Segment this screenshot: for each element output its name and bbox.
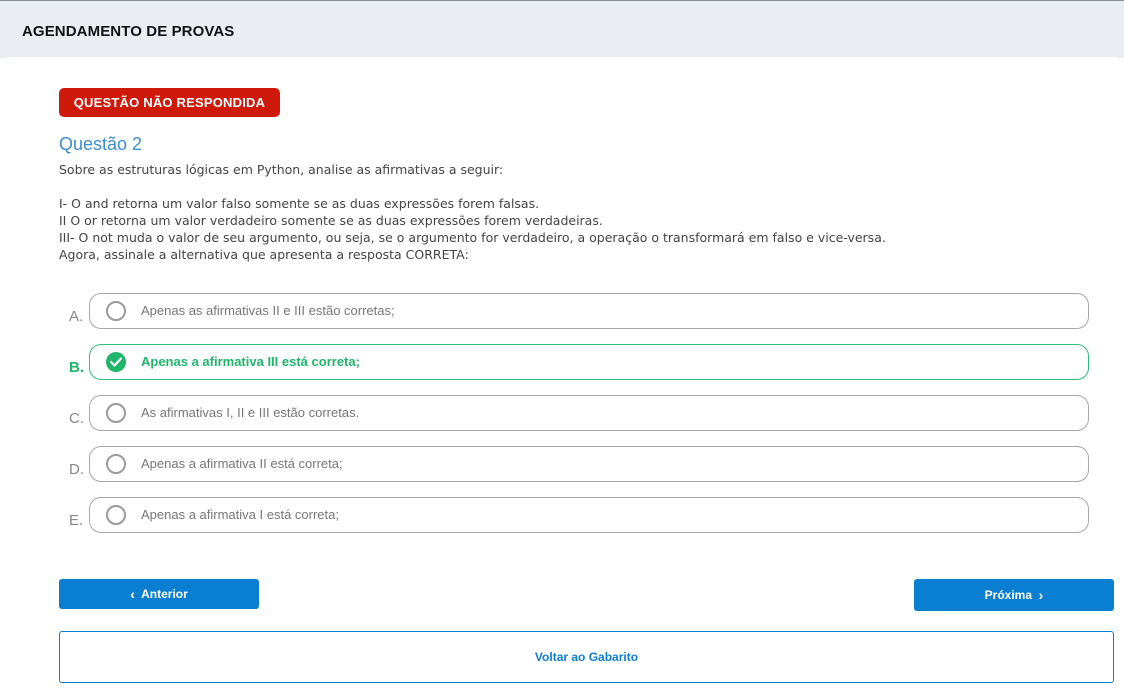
option-a[interactable]: Apenas as afirmativas II e III estão cor… xyxy=(89,293,1089,329)
option-b-letter: B. xyxy=(69,359,84,376)
status-badge: QUESTÃO NÃO RESPONDIDA xyxy=(59,88,280,117)
statement-2: II O or retorna um valor verdadeiro some… xyxy=(59,213,603,228)
next-button-label: Próxima xyxy=(984,588,1032,602)
previous-button-label: Anterior xyxy=(141,587,188,601)
question-text: Sobre as estruturas lógicas em Python, a… xyxy=(59,161,1059,263)
option-d-label: Apenas a afirmativa II está correta; xyxy=(141,456,343,471)
radio-unchecked-icon[interactable] xyxy=(106,301,126,321)
option-d-letter: D. xyxy=(69,461,84,478)
option-c[interactable]: As afirmativas I, II e III estão correta… xyxy=(89,395,1089,431)
back-to-answer-key-button[interactable]: Voltar ao Gabarito xyxy=(59,631,1114,683)
check-circle-icon[interactable] xyxy=(106,352,126,372)
page-title: AGENDAMENTO DE PROVAS xyxy=(22,23,235,40)
radio-unchecked-icon[interactable] xyxy=(106,403,126,423)
option-b-label: Apenas a afirmativa III está correta; xyxy=(141,354,360,369)
previous-button[interactable]: ‹ Anterior xyxy=(59,579,259,609)
option-e[interactable]: Apenas a afirmativa I está correta; xyxy=(89,497,1089,533)
radio-unchecked-icon[interactable] xyxy=(106,505,126,525)
option-c-label: As afirmativas I, II e III estão correta… xyxy=(141,405,360,420)
option-e-label: Apenas a afirmativa I está correta; xyxy=(141,507,339,522)
question-intro: Sobre as estruturas lógicas em Python, a… xyxy=(59,162,504,177)
statement-3: III- O not muda o valor de seu argumento… xyxy=(59,230,886,245)
option-b[interactable]: Apenas a afirmativa III está correta; xyxy=(89,344,1089,380)
chevron-left-icon: ‹ xyxy=(130,586,135,602)
option-e-letter: E. xyxy=(69,512,84,529)
radio-unchecked-icon[interactable] xyxy=(106,454,126,474)
option-a-letter: A. xyxy=(69,308,84,325)
option-c-letter: C. xyxy=(69,410,84,427)
question-title: Questão 2 xyxy=(59,134,143,154)
option-d[interactable]: Apenas a afirmativa II está correta; xyxy=(89,446,1089,482)
statement-1: I- O and retorna um valor falso somente … xyxy=(59,196,540,211)
top-bar: AGENDAMENTO DE PROVAS xyxy=(0,0,1124,58)
next-button[interactable]: Próxima › xyxy=(914,579,1114,611)
option-a-label: Apenas as afirmativas II e III estão cor… xyxy=(141,303,395,318)
chevron-right-icon: › xyxy=(1038,587,1044,603)
question-instruction: Agora, assinale a alternativa que aprese… xyxy=(59,247,469,262)
